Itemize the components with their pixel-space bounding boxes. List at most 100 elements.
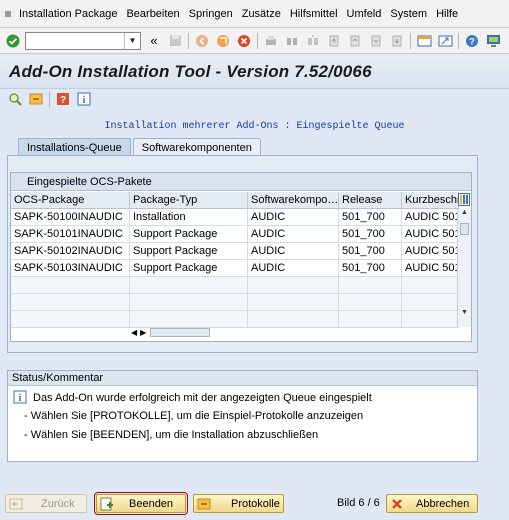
scroll-thumb[interactable] [460,223,469,235]
column-header-package-typ[interactable]: Package-Typ [130,192,248,208]
table-body: SAPK-50100INAUDIC Installation AUDIC 501… [11,209,459,328]
previous-page-icon [347,33,363,49]
zoom-detail-icon[interactable] [7,91,23,107]
table-row-empty [11,294,459,311]
table-cell: AUDIC [248,226,339,242]
exit-icon [215,33,231,49]
cancel-icon[interactable] [236,33,252,49]
print-icon [263,33,279,49]
scroll-thumb[interactable] [150,328,211,337]
standard-toolbar: ▼ « ? [0,28,509,54]
cancel-button-label: Abbrechen [416,497,470,510]
find-icon [284,33,300,49]
table-cell: 501_700 [339,260,402,276]
refresh-icon[interactable] [28,91,44,107]
back-arrow-icon [9,497,23,511]
column-settings-icon[interactable] [458,193,470,206]
scroll-left-icon[interactable]: ◀ [131,328,137,337]
status-message: Das Add-On wurde erfolgreich mit der ang… [33,392,372,404]
logs-button[interactable]: Protokolle [193,494,284,513]
customize-layout-icon[interactable] [485,33,501,49]
find-next-icon [305,33,321,49]
finish-icon [100,497,114,511]
scroll-right-icon[interactable]: ▶ [140,328,146,337]
save-icon [167,33,183,49]
shortcut-icon[interactable] [437,33,453,49]
table-cell: AUDIC 501_7 [402,209,459,225]
menu-umfeld[interactable]: Umfeld [347,8,382,20]
application-toolbar: ? i [0,89,509,109]
command-field[interactable]: ▼ [25,31,141,50]
menu-grip-icon [3,7,13,21]
tab-installations-queue[interactable]: Installations-Queue [18,138,131,156]
cancel-button[interactable]: Abbrechen [386,494,478,513]
logs-icon [197,497,211,511]
column-header-kurzbeschreibung[interactable]: Kurzbeschre [402,192,459,208]
toolbar-separator [257,32,258,49]
question-icon[interactable]: ? [55,91,71,107]
svg-text:?: ? [60,95,66,106]
chevron-down-icon[interactable]: ▼ [124,32,140,49]
info-icon[interactable]: i [76,91,92,107]
back-button-label: Zurück [41,497,75,510]
svg-text:?: ? [469,36,475,46]
column-header-ocs-package[interactable]: OCS-Package [11,192,130,208]
table-row[interactable]: SAPK-50102INAUDIC Support Package AUDIC … [11,243,459,260]
logs-button-label: Protokolle [231,497,280,510]
table-cell: AUDIC 501_7 [402,226,459,242]
table-cell: AUDIC 501_7 [402,260,459,276]
table-header: OCS-Package Package-Typ Softwarekompo… R… [11,192,459,209]
table-cell: AUDIC 501_7 [402,243,459,259]
table-cell: 501_700 [339,209,402,225]
table-row[interactable]: SAPK-50101INAUDIC Support Package AUDIC … [11,226,459,243]
menu-system[interactable]: System [390,8,427,20]
queue-subtitle: Installation mehrerer Add-Ons : Eingespi… [104,121,405,132]
new-session-icon[interactable] [416,33,432,49]
menu-bearbeiten[interactable]: Bearbeiten [126,8,179,20]
menu-bar: Installation Package Bearbeiten Springen… [0,0,509,28]
menu-hilfe[interactable]: Hilfe [436,8,458,20]
collapse-icon[interactable]: « [146,33,162,49]
back-button: Zurück [5,494,87,513]
table-row-empty [11,277,459,294]
table-row[interactable]: SAPK-50100INAUDIC Installation AUDIC 501… [11,209,459,226]
table-cell: Support Package [130,243,248,259]
menu-zusaetze[interactable]: Zusätze [242,8,281,20]
scroll-up-icon[interactable]: ▲ [458,209,471,221]
svg-text:i: i [19,393,22,404]
table-cell: AUDIC [248,260,339,276]
table-cell: SAPK-50103INAUDIC [11,260,130,276]
toolbar-separator [49,91,50,107]
column-header-release[interactable]: Release [339,192,402,208]
column-header-softwarekomponente[interactable]: Softwarekompo… [248,192,339,208]
tab-softwarekomponenten[interactable]: Softwarekomponenten [132,138,261,156]
table-cell: 501_700 [339,243,402,259]
scroll-down-icon[interactable]: ▼ [458,309,471,321]
table-cell: Installation [130,209,248,225]
menu-installation-package[interactable]: Installation Package [19,8,117,20]
status-hint-beenden: - Wählen Sie [BEENDEN], um die Installat… [24,429,319,441]
toolbar-separator [188,32,189,49]
table-cell: AUDIC [248,243,339,259]
back-icon [194,33,210,49]
vertical-scrollbar[interactable]: ▲ ▼ [457,209,471,327]
table-title: Eingespielte OCS-Pakete [11,173,471,191]
menu-springen[interactable]: Springen [189,8,233,20]
table-cell: AUDIC [248,209,339,225]
menu-hilfsmittel[interactable]: Hilfsmittel [290,8,338,20]
status-hint-protokolle: - Wählen Sie [PROTOKOLLE], um die Einspi… [24,410,364,422]
horizontal-scrollbar[interactable]: ◀ ▶ [131,326,331,339]
finish-button[interactable]: Beenden [94,492,188,515]
finish-button-label: Beenden [129,497,174,510]
toolbar-separator [410,32,411,49]
next-page-icon [368,33,384,49]
table-row[interactable]: SAPK-50103INAUDIC Support Package AUDIC … [11,260,459,277]
ocs-packages-table: Eingespielte OCS-Pakete OCS-Package Pack… [10,172,472,342]
toolbar-separator [458,32,459,49]
table-cell: SAPK-50102INAUDIC [11,243,130,259]
enter-check-icon[interactable] [5,33,21,49]
table-cell: 501_700 [339,226,402,242]
help-icon[interactable]: ? [464,33,480,49]
close-icon [390,497,404,511]
first-page-icon [326,33,342,49]
